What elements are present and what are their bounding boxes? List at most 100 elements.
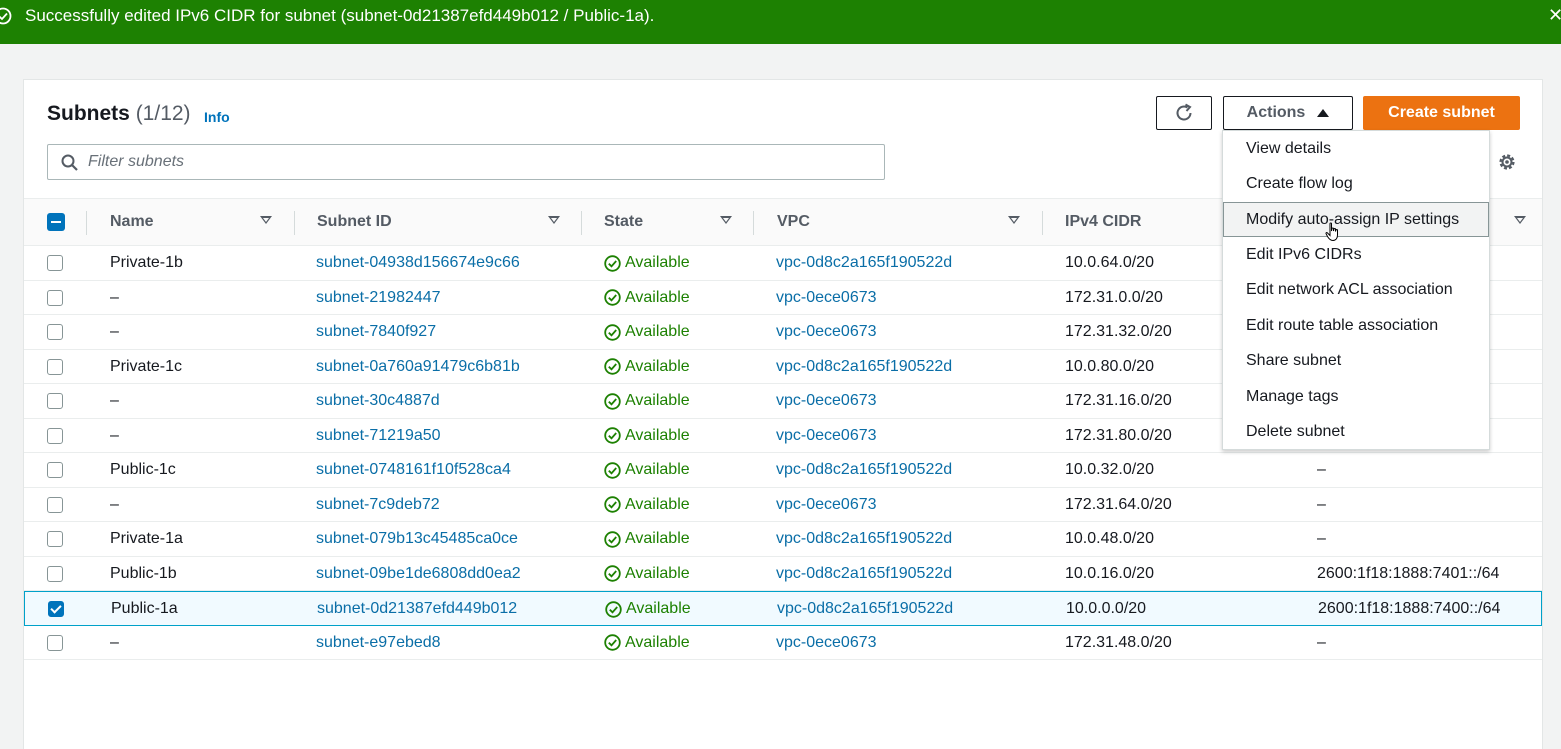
cell-subnet-id-link[interactable]: subnet-0a760a91479c6b81b bbox=[316, 358, 520, 376]
cell-vpc-link[interactable]: vpc-0ece0673 bbox=[776, 392, 877, 410]
row-checkbox[interactable] bbox=[47, 462, 63, 478]
cell-vpc-link[interactable]: vpc-0d8c2a165f190522d bbox=[777, 600, 953, 618]
filter-box bbox=[47, 144, 885, 180]
cell-subnet-id-link[interactable]: subnet-e97ebed8 bbox=[316, 634, 441, 652]
column-header-vpc[interactable]: VPC bbox=[777, 213, 810, 231]
menu-item-create-flow-log[interactable]: Create flow log bbox=[1223, 166, 1489, 201]
sort-caret-icon[interactable] bbox=[260, 216, 272, 224]
row-checkbox[interactable] bbox=[47, 358, 63, 375]
cell-subnet-id-link[interactable]: subnet-7c9deb72 bbox=[316, 496, 440, 514]
sort-caret-icon[interactable] bbox=[1514, 216, 1526, 224]
cell-subnet-id-link[interactable]: subnet-079b13c45485ca0ce bbox=[316, 530, 518, 548]
cell-subnet-id-link[interactable]: subnet-71219a50 bbox=[316, 427, 441, 445]
cell-name: – bbox=[110, 288, 119, 306]
state-label: Available bbox=[625, 357, 690, 375]
actions-menu: View details Create flow log Modify auto-a… bbox=[1222, 130, 1490, 450]
cell-subnet-id-link[interactable]: subnet-21982447 bbox=[316, 289, 441, 307]
cell-vpc-link[interactable]: vpc-0ece0673 bbox=[776, 289, 877, 307]
cell-ipv4-cidr: 10.0.16.0/20 bbox=[1065, 564, 1154, 582]
success-check-icon bbox=[0, 7, 12, 25]
cell-subnet-id-link[interactable]: subnet-04938d156674e9c66 bbox=[316, 254, 520, 272]
cell-ipv4-cidr: 172.31.80.0/20 bbox=[1065, 426, 1172, 444]
cell-state: Available bbox=[604, 358, 690, 376]
cell-vpc-link[interactable]: vpc-0d8c2a165f190522d bbox=[776, 358, 952, 376]
sort-caret-icon[interactable] bbox=[1008, 216, 1020, 224]
table-row[interactable]: – subnet-7c9deb72 Available vpc-0ece0673… bbox=[24, 488, 1542, 522]
column-header-subnet-id[interactable]: Subnet ID bbox=[317, 213, 392, 231]
hand-cursor-icon bbox=[1325, 222, 1338, 242]
cell-vpc-link[interactable]: vpc-0ece0673 bbox=[776, 427, 877, 445]
state-label: Available bbox=[625, 633, 690, 651]
table-row[interactable]: – subnet-e97ebed8 Available vpc-0ece0673… bbox=[24, 626, 1542, 660]
table-row[interactable]: Public-1b subnet-09be1de6808dd0ea2 Avail… bbox=[24, 557, 1542, 591]
cell-ipv4-cidr: 10.0.80.0/20 bbox=[1065, 357, 1154, 375]
available-check-icon bbox=[604, 323, 621, 341]
cell-vpc-link[interactable]: vpc-0ece0673 bbox=[776, 496, 877, 514]
cell-subnet-id-link[interactable]: subnet-7840f927 bbox=[316, 323, 436, 341]
cell-vpc-link[interactable]: vpc-0d8c2a165f190522d bbox=[776, 254, 952, 272]
cell-subnet-id-link[interactable]: subnet-30c4887d bbox=[316, 392, 440, 410]
cell-state: Available bbox=[604, 427, 690, 445]
create-subnet-button[interactable]: Create subnet bbox=[1363, 96, 1520, 130]
actions-label: Actions bbox=[1246, 104, 1306, 121]
cell-vpc-link[interactable]: vpc-0ece0673 bbox=[776, 634, 877, 652]
select-all-checkbox[interactable] bbox=[47, 213, 65, 231]
cell-ipv4-cidr: 172.31.16.0/20 bbox=[1065, 392, 1172, 409]
column-header-name[interactable]: Name bbox=[110, 213, 154, 231]
menu-item-share-subnet[interactable]: Share subnet bbox=[1223, 343, 1489, 378]
row-checkbox[interactable] bbox=[47, 496, 63, 513]
available-check-icon bbox=[605, 600, 622, 618]
available-check-icon bbox=[604, 289, 621, 306]
available-check-icon bbox=[604, 496, 621, 513]
cell-ipv6-cidr: – bbox=[1317, 530, 1326, 547]
cell-subnet-id-link[interactable]: subnet-0d21387efd449b012 bbox=[317, 600, 517, 618]
cell-vpc-link[interactable]: vpc-0d8c2a165f190522d bbox=[776, 565, 952, 583]
info-link[interactable]: Info bbox=[204, 109, 230, 125]
row-checkbox[interactable] bbox=[47, 393, 63, 409]
actions-button[interactable]: Actions bbox=[1223, 96, 1353, 130]
sort-caret-icon[interactable] bbox=[720, 216, 732, 224]
row-checkbox[interactable] bbox=[47, 289, 63, 306]
menu-item-modify-auto-assign-ip-settings[interactable]: Modify auto-assign IP settings bbox=[1223, 202, 1489, 237]
menu-item-edit-network-acl-association[interactable]: Edit network ACL association bbox=[1223, 272, 1489, 307]
column-divider bbox=[294, 211, 295, 235]
menu-item-delete-subnet[interactable]: Delete subnet bbox=[1223, 414, 1489, 449]
gear-icon[interactable] bbox=[1496, 151, 1518, 173]
cell-ipv4-cidr: 172.31.64.0/20 bbox=[1065, 495, 1172, 513]
cell-ipv6-cidr: 2600:1f18:1888:7401::/64 bbox=[1317, 564, 1500, 582]
cell-ipv4-cidr: 10.0.48.0/20 bbox=[1065, 530, 1154, 547]
available-check-icon bbox=[604, 254, 621, 272]
cell-vpc-link[interactable]: vpc-0d8c2a165f190522d bbox=[776, 530, 952, 548]
menu-item-view-details[interactable]: View details bbox=[1223, 131, 1489, 166]
column-divider bbox=[753, 211, 754, 235]
sort-caret-icon[interactable] bbox=[548, 216, 560, 224]
state-label: Available bbox=[625, 392, 690, 409]
row-checkbox[interactable] bbox=[47, 427, 63, 444]
table-row[interactable]: Private-1a subnet-079b13c45485ca0ce Avai… bbox=[24, 522, 1542, 557]
available-check-icon bbox=[604, 427, 621, 444]
cell-state: Available bbox=[605, 600, 691, 618]
refresh-button[interactable] bbox=[1156, 96, 1212, 130]
row-checkbox[interactable] bbox=[47, 565, 63, 582]
table-row[interactable]: Public-1c subnet-0748161f10f528ca4 Avail… bbox=[24, 453, 1542, 488]
table-row[interactable]: Public-1a subnet-0d21387efd449b012 Avail… bbox=[24, 591, 1542, 626]
row-checkbox[interactable] bbox=[47, 634, 63, 651]
column-divider bbox=[86, 211, 87, 235]
cell-vpc-link[interactable]: vpc-0ece0673 bbox=[776, 323, 877, 341]
row-checkbox[interactable] bbox=[47, 531, 63, 547]
cell-subnet-id-link[interactable]: subnet-09be1de6808dd0ea2 bbox=[316, 565, 521, 583]
state-label: Available bbox=[625, 288, 690, 306]
menu-item-edit-ipv6-cidrs[interactable]: Edit IPv6 CIDRs bbox=[1223, 237, 1489, 272]
row-checkbox[interactable] bbox=[47, 255, 63, 271]
cell-vpc-link[interactable]: vpc-0d8c2a165f190522d bbox=[776, 461, 952, 479]
selection-count: (1/12) bbox=[135, 102, 191, 125]
column-header-state[interactable]: State bbox=[604, 213, 643, 231]
cell-subnet-id-link[interactable]: subnet-0748161f10f528ca4 bbox=[316, 461, 511, 479]
column-header-ipv4-cidr[interactable]: IPv4 CIDR bbox=[1065, 213, 1141, 231]
menu-item-edit-route-table-association[interactable]: Edit route table association bbox=[1223, 308, 1489, 343]
filter-input[interactable] bbox=[88, 149, 868, 175]
menu-item-manage-tags[interactable]: Manage tags bbox=[1223, 379, 1489, 414]
row-checkbox[interactable] bbox=[47, 324, 63, 340]
row-checkbox[interactable] bbox=[48, 601, 64, 617]
close-icon[interactable]: ✕ bbox=[1548, 5, 1561, 26]
